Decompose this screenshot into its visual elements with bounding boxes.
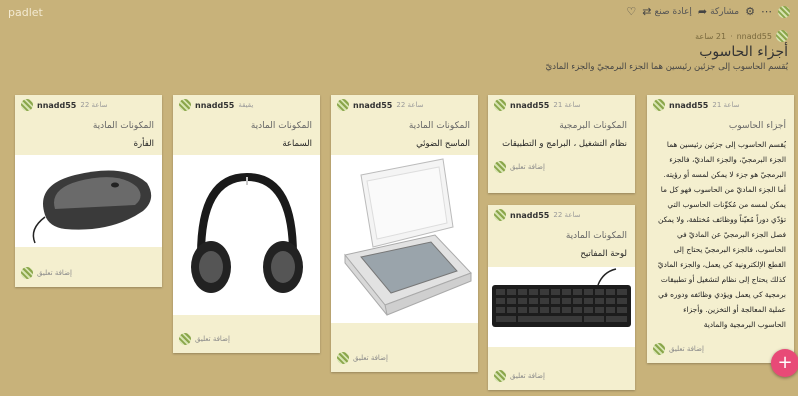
comment-row[interactable]: إضافة تعليق: [488, 155, 635, 179]
commenter-avatar: [653, 343, 665, 355]
post-card-keyboard[interactable]: nnadd55 22 ساعة المكونات المادية لوحة ال…: [488, 205, 635, 390]
scanner-image: [331, 155, 478, 323]
post-card-software[interactable]: nnadd55 21 ساعة المكونات البرمجية نظام ا…: [488, 95, 635, 193]
post-title: أجزاء الحاسوب: [728, 121, 786, 131]
mouse-image: [15, 155, 162, 247]
post-author: nnadd55: [353, 100, 393, 110]
add-comment-link[interactable]: إضافة تعليق: [510, 163, 545, 171]
post-subtitle: الماسح الضوئي: [416, 139, 470, 149]
post-author: nnadd55: [195, 100, 235, 110]
add-comment-link[interactable]: إضافة تعليق: [37, 269, 72, 277]
post-body: يُقسم الحاسوب إلى جزئين رئيسين هما الجزء…: [657, 140, 786, 329]
add-comment-link[interactable]: إضافة تعليق: [510, 372, 545, 380]
comment-row[interactable]: إضافة تعليق: [331, 346, 394, 370]
post-card-computer-parts[interactable]: nnadd55 21 ساعة أجزاء الحاسوب يُقسم الحا…: [647, 95, 794, 363]
post-title: المكونات المادية: [565, 231, 627, 241]
more-button[interactable]: ⋯: [761, 5, 772, 18]
post-time: 22 ساعة: [80, 101, 108, 109]
post-subtitle: نظام التشغيل ، البرامج و التطبيقات: [502, 139, 627, 149]
board-header: nnadd55 · 21 ساعة أجزاء الحاسوب يُقسم ال…: [368, 30, 788, 72]
board-author: nnadd55: [736, 31, 772, 41]
add-comment-link[interactable]: إضافة تعليق: [195, 335, 230, 343]
post-title: المكونات المادية: [92, 121, 154, 131]
comment-row[interactable]: إضافة تعليق: [488, 364, 551, 388]
author-avatar: [653, 99, 665, 111]
add-post-button[interactable]: +: [771, 349, 798, 377]
headphones-icon: [191, 172, 303, 293]
remake-label: إعادة صنع: [654, 6, 692, 17]
add-comment-link[interactable]: إضافة تعليق: [669, 345, 704, 353]
post-title: المكونات المادية: [250, 121, 312, 131]
author-avatar: [776, 30, 788, 42]
heart-icon: ♡: [626, 5, 637, 18]
share-label: مشاركة: [710, 6, 740, 17]
comment-row[interactable]: إضافة تعليق: [647, 337, 710, 361]
mouse-icon: [32, 170, 152, 244]
scanner-icon: [344, 158, 472, 316]
keyboard-image: [488, 267, 635, 347]
post-time: 22 ساعة: [396, 101, 424, 109]
post-time: 21 ساعة: [553, 101, 581, 109]
commenter-avatar: [494, 370, 506, 382]
board-time: 21 ساعة: [695, 31, 727, 41]
post-time: 22 ساعة: [553, 211, 581, 219]
post-time: 21 ساعة: [712, 101, 740, 109]
post-author: nnadd55: [510, 100, 550, 110]
author-avatar: [337, 99, 349, 111]
post-card-mouse[interactable]: nnadd55 22 ساعة المكونات المادية الفأرة …: [15, 95, 162, 287]
share-button[interactable]: ➦ مشاركة: [698, 5, 739, 18]
post-subtitle: لوحة المفاتيح: [580, 249, 627, 259]
author-avatar: [494, 209, 506, 221]
commenter-avatar: [337, 352, 349, 364]
author-avatar: [21, 99, 33, 111]
board-description: يُقسم الحاسوب إلى جزئين رئيسين هما الجزء…: [545, 62, 788, 72]
gear-icon: ⚙: [745, 5, 755, 18]
headphones-image: [173, 155, 320, 315]
like-button[interactable]: ♡: [626, 5, 636, 18]
commenter-avatar: [21, 267, 33, 279]
post-subtitle: الفأرة: [133, 139, 154, 149]
share-arrow-icon: ➦: [697, 5, 708, 18]
brand-logo[interactable]: padlet: [8, 6, 43, 19]
post-title: المكونات البرمجية: [559, 121, 627, 131]
commenter-avatar: [179, 333, 191, 345]
top-bar: padlet ♡ ⇄ إعادة صنع ➦ مشاركة ⚙ ⋯: [0, 0, 798, 30]
post-author: nnadd55: [669, 100, 709, 110]
post-author: nnadd55: [37, 100, 77, 110]
profile-avatar[interactable]: [778, 5, 790, 18]
keyboard-icon: [492, 268, 631, 327]
post-card-scanner[interactable]: nnadd55 22 ساعة المكونات المادية الماسح …: [331, 95, 478, 372]
author-avatar: [179, 99, 191, 111]
ellipsis-icon: ⋯: [761, 5, 772, 18]
post-subtitle: السماعة: [282, 139, 312, 149]
remake-button[interactable]: ⇄ إعادة صنع: [642, 5, 692, 18]
board-title: أجزاء الحاسوب: [699, 44, 788, 60]
author-avatar: [494, 99, 506, 111]
comment-row[interactable]: إضافة تعليق: [173, 327, 236, 351]
post-card-headphones[interactable]: nnadd55 يقيقة المكونات المادية السماعة إ…: [173, 95, 320, 353]
settings-button[interactable]: ⚙: [745, 5, 755, 18]
commenter-avatar: [494, 161, 506, 173]
post-title: المكونات المادية: [408, 121, 470, 131]
toolbar: ♡ ⇄ إعادة صنع ➦ مشاركة ⚙ ⋯: [626, 5, 790, 18]
post-time: يقيقة: [238, 101, 254, 109]
remake-icon: ⇄: [642, 5, 652, 18]
board-meta: nnadd55 · 21 ساعة: [368, 30, 788, 42]
comment-row[interactable]: إضافة تعليق: [15, 261, 78, 285]
add-comment-link[interactable]: إضافة تعليق: [353, 354, 388, 362]
post-author: nnadd55: [510, 210, 550, 220]
